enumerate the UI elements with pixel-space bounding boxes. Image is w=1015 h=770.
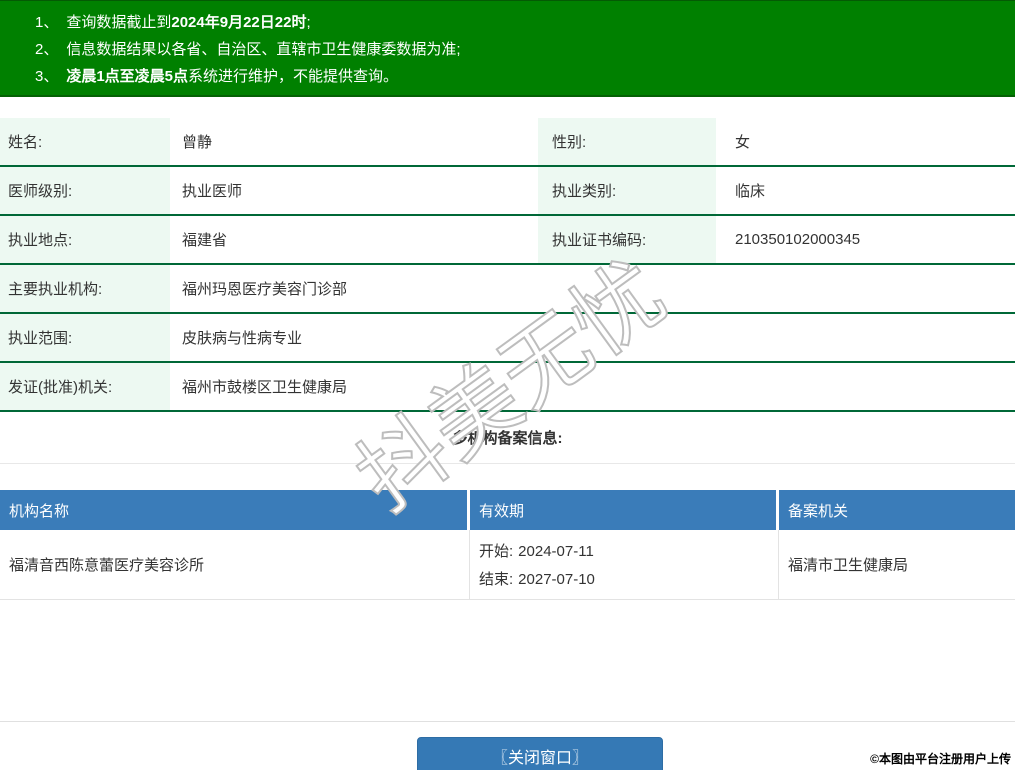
info-row-issuing-authority: 发证(批准)机关: 福州市鼓楼区卫生健康局 [0, 363, 1015, 412]
validity-end-date: 2027-07-10 [518, 571, 595, 588]
info-row-level-category: 医师级别: 执业医师 执业类别: 临床 [0, 167, 1015, 216]
notice-text: 查询数据截止到 [66, 14, 171, 31]
validity-start-label: 开始: [479, 543, 513, 560]
upload-credit-text: ©本图由平台注册用户上传 [870, 750, 1011, 767]
notice-text-bold: 凌晨1点至凌晨5点 [66, 68, 188, 85]
doctor-level-label: 医师级别: [0, 167, 170, 214]
org-filing-authority: 福清市卫生健康局 [779, 530, 1015, 599]
certificate-number-value: 210350102000345 [716, 216, 1015, 263]
info-row-main-institution: 主要执业机构: 福州玛恩医疗美容门诊部 [0, 265, 1015, 314]
validity-end-label: 结束: [479, 571, 513, 588]
notice-banner: 1、查询数据截止到2024年9月22日22时; 2、信息数据结果以各省、自治区、… [0, 0, 1015, 97]
info-row-practice-scope: 执业范围: 皮肤病与性病专业 [0, 314, 1015, 363]
multi-institution-section-heading: 多机构备案信息: [0, 412, 1015, 464]
org-institution-name: 福清音西陈意蕾医疗美容诊所 [0, 530, 470, 599]
validity-start-date: 2024-07-11 [518, 543, 594, 560]
notice-text-bold: 2024年9月22日22时 [171, 14, 306, 31]
notice-number: 1、 [35, 14, 58, 31]
issuing-authority-value: 福州市鼓楼区卫生健康局 [170, 363, 1015, 410]
practitioner-info-table: 姓名: 曾静 性别: 女 医师级别: 执业医师 执业类别: 临床 执业地点: 福… [0, 118, 1015, 412]
name-label: 姓名: [0, 118, 170, 165]
validity-start: 开始: 2024-07-11 [479, 540, 778, 561]
org-table-row: 福清音西陈意蕾医疗美容诊所 开始: 2024-07-11 结束: 2027-07-1… [0, 530, 1015, 600]
practice-location-label: 执业地点: [0, 216, 170, 263]
gender-value: 女 [716, 118, 1015, 165]
info-row-location-certificate: 执业地点: 福建省 执业证书编码: 210350102000345 [0, 216, 1015, 265]
footer: 〖关闭窗口〗 ©本图由平台注册用户上传 [0, 721, 1015, 770]
name-value: 曾静 [170, 118, 538, 165]
org-header-filing-authority: 备案机关 [779, 490, 1015, 530]
main-institution-label: 主要执业机构: [0, 265, 170, 312]
practice-category-value: 临床 [716, 167, 1015, 214]
notice-line-2: 2、信息数据结果以各省、自治区、直辖市卫生健康委数据为准; [35, 36, 1005, 63]
notice-line-3: 3、凌晨1点至凌晨5点系统进行维护，不能提供查询。 [35, 63, 1005, 90]
notice-text: 系统进行维护，不能提供查询。 [188, 68, 398, 85]
notice-text: 信息数据结果以各省、自治区、直辖市卫生健康委数据为准; [66, 41, 460, 58]
certificate-number-label: 执业证书编码: [538, 216, 716, 263]
practice-scope-value: 皮肤病与性病专业 [170, 314, 1015, 361]
org-header-institution-name: 机构名称 [0, 490, 470, 530]
org-table-header: 机构名称 有效期 备案机关 [0, 490, 1015, 530]
issuing-authority-label: 发证(批准)机关: [0, 363, 170, 410]
practice-category-label: 执业类别: [538, 167, 716, 214]
validity-end: 结束: 2027-07-10 [479, 568, 778, 589]
notice-number: 3、 [35, 68, 58, 85]
notice-number: 2、 [35, 41, 58, 58]
multi-institution-table: 机构名称 有效期 备案机关 福清音西陈意蕾医疗美容诊所 开始: 2024-07-1… [0, 490, 1015, 600]
notice-line-1: 1、查询数据截止到2024年9月22日22时; [35, 9, 1005, 36]
info-row-name-gender: 姓名: 曾静 性别: 女 [0, 118, 1015, 167]
org-validity-period: 开始: 2024-07-11 结束: 2027-07-10 [470, 530, 779, 599]
gender-label: 性别: [538, 118, 716, 165]
practice-scope-label: 执业范围: [0, 314, 170, 361]
license-query-result-page: 1、查询数据截止到2024年9月22日22时; 2、信息数据结果以各省、自治区、… [0, 0, 1015, 770]
main-institution-value: 福州玛恩医疗美容门诊部 [170, 265, 1015, 312]
close-window-button[interactable]: 〖关闭窗口〗 [417, 737, 663, 770]
practice-location-value: 福建省 [170, 216, 538, 263]
org-header-validity-period: 有效期 [470, 490, 779, 530]
notice-text: ; [306, 14, 310, 31]
doctor-level-value: 执业医师 [170, 167, 538, 214]
